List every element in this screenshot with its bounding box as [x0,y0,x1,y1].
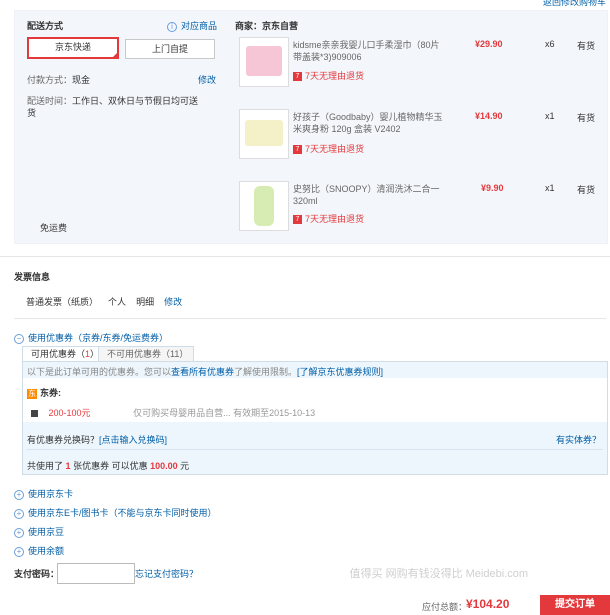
footer: 应付总额： ¥104.20 [0,595,610,615]
expand-icon: + [14,546,24,557]
product-stock: 有货 [577,113,596,123]
back-to-cart-link[interactable]: 返回修改购物车 [543,0,606,8]
product-stock: 有货 [577,185,596,195]
top-bar: 返回修改购物车 [0,0,610,10]
collapse-icon: − [14,333,24,344]
coupon-toggle[interactable]: − 使用优惠券（京券/东券/免运费券） [14,331,168,344]
divider [14,318,606,319]
forgot-password-link[interactable]: 忘记支付密码？ [135,567,198,580]
total-amount: ¥104.20 [466,597,510,611]
divider [27,449,603,450]
invoice-line: 普通发票（纸质） 个人 明细 修改 [26,297,183,307]
pay-modify-link[interactable]: 修改 [198,73,216,86]
merchant-label: 商家：京东自营 [235,21,299,31]
supported-items-link[interactable]: i 对应商品 [167,19,217,32]
product-image[interactable] [239,181,289,231]
product-price: ¥14.90 [475,111,503,121]
product-qty: x1 [545,111,555,121]
return-tag: 7 7天无理由退货 [293,69,364,82]
selected-corner-icon [111,51,119,59]
expand-icon: + [14,508,24,519]
coupon-panel: 以下是此订单可用的优惠券。您可以查看所有优惠券了解使用限制。[了解京东优惠券规则… [22,361,608,475]
checkbox-checked-icon[interactable] [31,410,38,418]
product-qty: x6 [545,39,555,49]
option-jd-express[interactable]: 京东快递 [27,37,119,59]
free-shipping: 免运费 [40,223,68,233]
pay-balance[interactable]: + 使用余额 [14,544,64,557]
coupon-rules-link[interactable]: [了解京东优惠券规则] [297,367,383,377]
dong-label: 东东券: [27,388,61,399]
dong-coupon-box: 东东券: 200-100元 仅可购买母婴用品自营... 有效期至2015-10-… [23,378,607,422]
product-name[interactable]: kidsme亲亲我婴儿口手柔湿巾（80片带盖装*3)909006 [293,39,443,63]
return-tag: 7 7天无理由退货 [293,142,364,155]
password-input[interactable] [57,563,135,584]
divider [0,256,610,257]
return-tag: 7 7天无理由退货 [293,212,364,225]
password-label: 支付密码： [14,569,60,579]
product-qty: x1 [545,183,555,193]
items-panel: 商家：京东自营 kidsme亲亲我婴儿口手柔湿巾（80片带盖装*3)909006… [235,11,607,243]
coupon-amount: 200-100元 [48,408,91,418]
product-price: ¥29.90 [475,39,503,49]
entity-coupon-link[interactable]: 有实体券？ [556,433,601,446]
option-self-pickup[interactable]: 上门自提 [125,39,215,59]
invoice-modify-link[interactable]: 修改 [164,297,182,307]
product-stock: 有货 [577,41,596,51]
dong-icon: 东 [27,388,37,399]
pay-method: 付款方式：现金 [27,75,91,85]
return-icon: 7 [293,72,302,82]
product-name[interactable]: 史努比（SNOOPY）清润洗沐二合一 320ml [293,183,443,207]
return-icon: 7 [293,215,302,225]
return-icon: 7 [293,145,302,155]
coupon-notice: 以下是此订单可用的优惠券。您可以查看所有优惠券了解使用限制。[了解京东优惠券规则… [27,367,384,377]
product-image[interactable] [239,109,289,159]
delivery-panel: 配送方式 i 对应商品 京东快递 上门自提 付款方式：现金 修改 配送时间：工作日… [15,11,221,243]
enter-code-link[interactable]: [点击输入兑换码] [99,435,167,445]
product-price: ¥9.90 [481,183,504,193]
expand-icon: + [14,527,24,538]
total-label: 应付总额： [422,602,468,612]
exchange-code: 有优惠券兑换码？[点击输入兑换码] [27,435,168,445]
tab-unusable[interactable]: 不可用优惠券（11） [98,346,194,361]
delivery-time: 配送时间：工作日、双休日与节假日均可送货 [27,96,199,118]
watermark: 值得买 网购有钱没得比 Meidebi.com [349,568,528,580]
view-all-coupons-link[interactable]: 查看所有优惠券 [171,367,234,377]
pay-jd-beans[interactable]: + 使用京豆 [14,525,64,538]
invoice-title: 发票信息 [14,272,51,282]
coupon-row[interactable]: 200-100元 仅可购买母婴用品自营... 有效期至2015-10-13 [31,406,315,419]
shipping-block: 配送方式 i 对应商品 京东快递 上门自提 付款方式：现金 修改 配送时间：工作日… [14,10,608,244]
product-name[interactable]: 好孩子（Goodbaby）婴儿植物精华玉米爽身粉 120g 盒装 V2402 [293,111,443,135]
coupon-summary: 共使用了 1 张优惠券 可以优惠 100.00 元 [27,461,190,471]
coupon-desc: 仅可购买母婴用品自营... 有效期至2015-10-13 [133,408,316,418]
expand-icon: + [14,489,24,500]
info-icon: i [167,21,177,32]
delivery-title: 配送方式 [27,21,64,31]
pay-jd-card[interactable]: + 使用京东卡 [14,487,73,500]
pay-ecard[interactable]: + 使用京东E卡/图书卡（不能与京东卡同时使用） [14,506,217,519]
product-image[interactable] [239,37,289,87]
submit-order-button[interactable]: 提交订单 [540,595,610,615]
